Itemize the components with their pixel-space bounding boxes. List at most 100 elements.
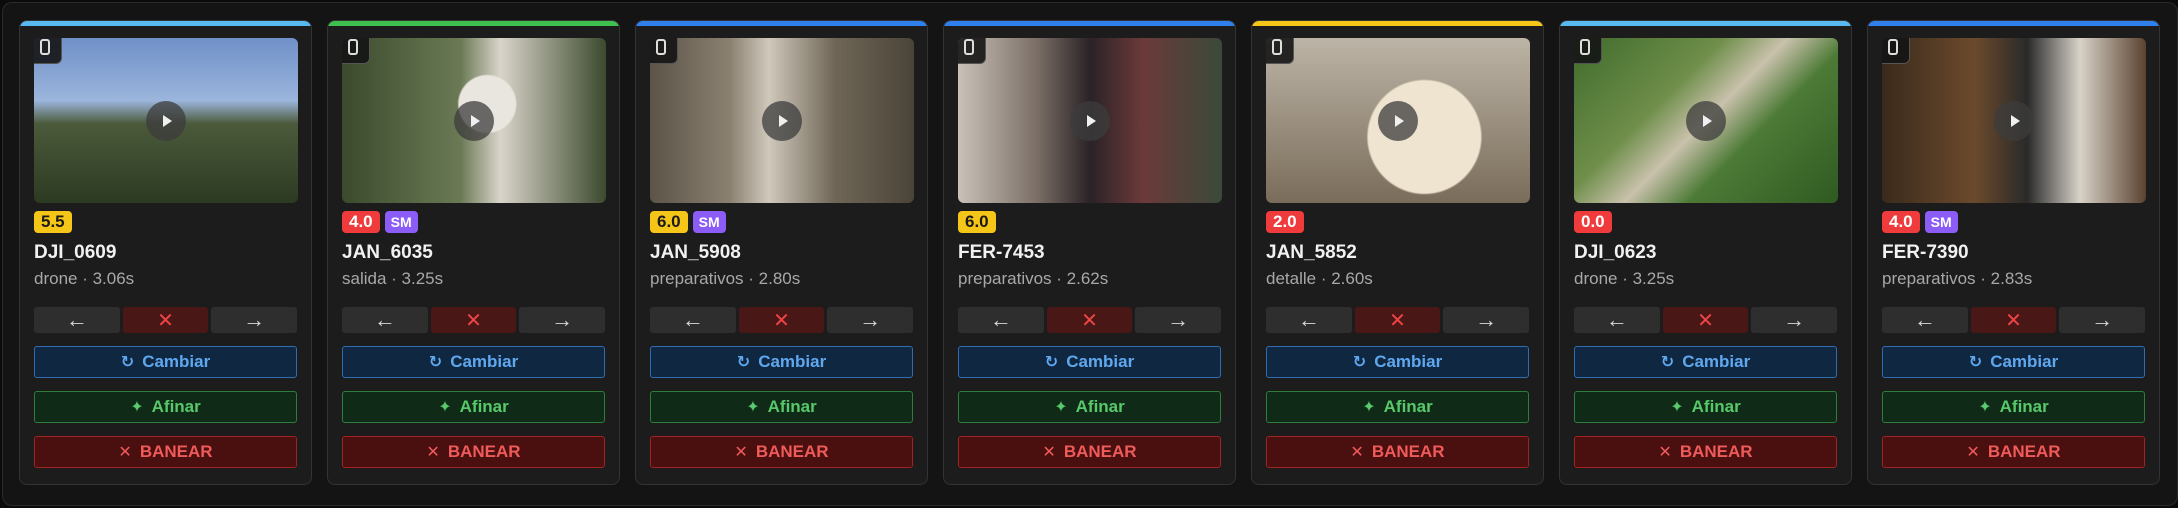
- clip-thumbnail[interactable]: [34, 38, 298, 203]
- clip-meta: preparativos · 2.80s: [650, 269, 801, 288]
- banear-button[interactable]: ✕ BANEAR: [650, 436, 913, 468]
- sparkle-icon: ✦: [130, 399, 144, 416]
- score-badge: 5.5: [34, 211, 72, 233]
- clip-card: 6.0 SM JAN_5908 preparativos · 2.80s ← ✕…: [635, 20, 928, 485]
- banear-button[interactable]: ✕ BANEAR: [1574, 436, 1837, 468]
- play-icon[interactable]: [146, 100, 186, 141]
- mobile-preview-icon[interactable]: [342, 38, 370, 64]
- cambiar-button[interactable]: ↻ Cambiar: [342, 346, 605, 378]
- move-left-button[interactable]: ←: [1266, 307, 1352, 333]
- move-left-button[interactable]: ←: [1574, 307, 1660, 333]
- afinar-button[interactable]: ✦ Afinar: [1882, 391, 2145, 423]
- score-badge: 2.0: [1266, 211, 1304, 233]
- cambiar-label: Cambiar: [1682, 352, 1751, 371]
- clip-nav-row: ← ✕ →: [342, 307, 606, 333]
- banear-button[interactable]: ✕ BANEAR: [958, 436, 1221, 468]
- clip-thumbnail[interactable]: [1574, 38, 1838, 203]
- afinar-button[interactable]: ✦ Afinar: [958, 391, 1221, 423]
- clip-thumbnail[interactable]: [342, 38, 606, 203]
- ban-icon: ✕: [426, 444, 440, 461]
- afinar-button[interactable]: ✦ Afinar: [1266, 391, 1529, 423]
- afinar-label: Afinar: [1075, 397, 1125, 416]
- move-right-button[interactable]: →: [519, 307, 606, 333]
- play-icon[interactable]: [1378, 100, 1418, 141]
- play-icon[interactable]: [454, 100, 494, 141]
- cambiar-button[interactable]: ↻ Cambiar: [1882, 346, 2145, 378]
- banear-button[interactable]: ✕ BANEAR: [1882, 436, 2145, 468]
- sm-badge: SM: [1924, 211, 1958, 233]
- sm-badge: SM: [692, 211, 726, 233]
- clip-nav-row: ← ✕ →: [958, 307, 1222, 333]
- refresh-icon: ↻: [1352, 354, 1367, 371]
- play-icon[interactable]: [1994, 100, 2034, 141]
- ban-icon: ✕: [1658, 444, 1672, 461]
- remove-button[interactable]: ✕: [430, 307, 517, 333]
- badge-row: 6.0: [958, 211, 1221, 233]
- mobile-preview-icon[interactable]: [650, 38, 678, 64]
- remove-button[interactable]: ✕: [1046, 307, 1133, 333]
- afinar-button[interactable]: ✦ Afinar: [34, 391, 297, 423]
- mobile-preview-icon[interactable]: [958, 38, 986, 64]
- cambiar-label: Cambiar: [1990, 352, 2059, 371]
- move-left-button[interactable]: ←: [34, 307, 120, 333]
- sparkle-icon: ✦: [746, 399, 760, 416]
- afinar-button[interactable]: ✦ Afinar: [1574, 391, 1837, 423]
- cambiar-button[interactable]: ↻ Cambiar: [34, 346, 297, 378]
- badge-row: 2.0: [1266, 211, 1529, 233]
- clip-thumbnail[interactable]: [650, 38, 914, 203]
- remove-button[interactable]: ✕: [738, 307, 825, 333]
- move-left-button[interactable]: ←: [342, 307, 428, 333]
- clip-thumbnail[interactable]: [958, 38, 1222, 203]
- remove-button[interactable]: ✕: [122, 307, 209, 333]
- remove-button[interactable]: ✕: [1662, 307, 1749, 333]
- banear-button[interactable]: ✕ BANEAR: [1266, 436, 1529, 468]
- badge-row: 5.5: [34, 211, 297, 233]
- afinar-button[interactable]: ✦ Afinar: [650, 391, 913, 423]
- play-icon[interactable]: [1686, 100, 1726, 141]
- banear-label: BANEAR: [1679, 442, 1753, 461]
- cambiar-label: Cambiar: [758, 352, 827, 371]
- banear-button[interactable]: ✕ BANEAR: [34, 436, 297, 468]
- mobile-preview-icon[interactable]: [1266, 38, 1294, 64]
- move-right-button[interactable]: →: [1443, 307, 1530, 333]
- move-left-button[interactable]: ←: [650, 307, 736, 333]
- banear-label: BANEAR: [755, 442, 829, 461]
- badge-row: 4.0 SM: [1882, 211, 2145, 233]
- clip-name: DJI_0623: [1574, 242, 1657, 263]
- cambiar-button[interactable]: ↻ Cambiar: [958, 346, 1221, 378]
- move-right-button[interactable]: →: [1135, 307, 1222, 333]
- category-accent-bar: [1560, 21, 1851, 26]
- afinar-label: Afinar: [767, 397, 817, 416]
- mobile-preview-icon[interactable]: [1574, 38, 1602, 64]
- move-right-button[interactable]: →: [2059, 307, 2146, 333]
- clip-name: JAN_6035: [342, 242, 433, 263]
- score-badge: 0.0: [1574, 211, 1612, 233]
- cambiar-button[interactable]: ↻ Cambiar: [1574, 346, 1837, 378]
- sparkle-icon: ✦: [1978, 399, 1992, 416]
- category-accent-bar: [328, 21, 619, 26]
- mobile-preview-icon[interactable]: [1882, 38, 1910, 64]
- cambiar-button[interactable]: ↻ Cambiar: [650, 346, 913, 378]
- cambiar-button[interactable]: ↻ Cambiar: [1266, 346, 1529, 378]
- move-left-button[interactable]: ←: [958, 307, 1044, 333]
- afinar-button[interactable]: ✦ Afinar: [342, 391, 605, 423]
- remove-button[interactable]: ✕: [1970, 307, 2057, 333]
- afinar-label: Afinar: [1691, 397, 1741, 416]
- move-right-button[interactable]: →: [1751, 307, 1838, 333]
- ban-icon: ✕: [1966, 444, 1980, 461]
- refresh-icon: ↻: [428, 354, 443, 371]
- banear-label: BANEAR: [447, 442, 521, 461]
- play-icon[interactable]: [1070, 100, 1110, 141]
- afinar-label: Afinar: [151, 397, 201, 416]
- sparkle-icon: ✦: [1054, 399, 1068, 416]
- move-right-button[interactable]: →: [211, 307, 298, 333]
- play-icon[interactable]: [762, 100, 802, 141]
- banear-button[interactable]: ✕ BANEAR: [342, 436, 605, 468]
- clip-card: 6.0 FER-7453 preparativos · 2.62s ← ✕ → …: [943, 20, 1236, 485]
- remove-button[interactable]: ✕: [1354, 307, 1441, 333]
- move-right-button[interactable]: →: [827, 307, 914, 333]
- move-left-button[interactable]: ←: [1882, 307, 1968, 333]
- clip-thumbnail[interactable]: [1882, 38, 2146, 203]
- clip-thumbnail[interactable]: [1266, 38, 1530, 203]
- mobile-preview-icon[interactable]: [34, 38, 62, 64]
